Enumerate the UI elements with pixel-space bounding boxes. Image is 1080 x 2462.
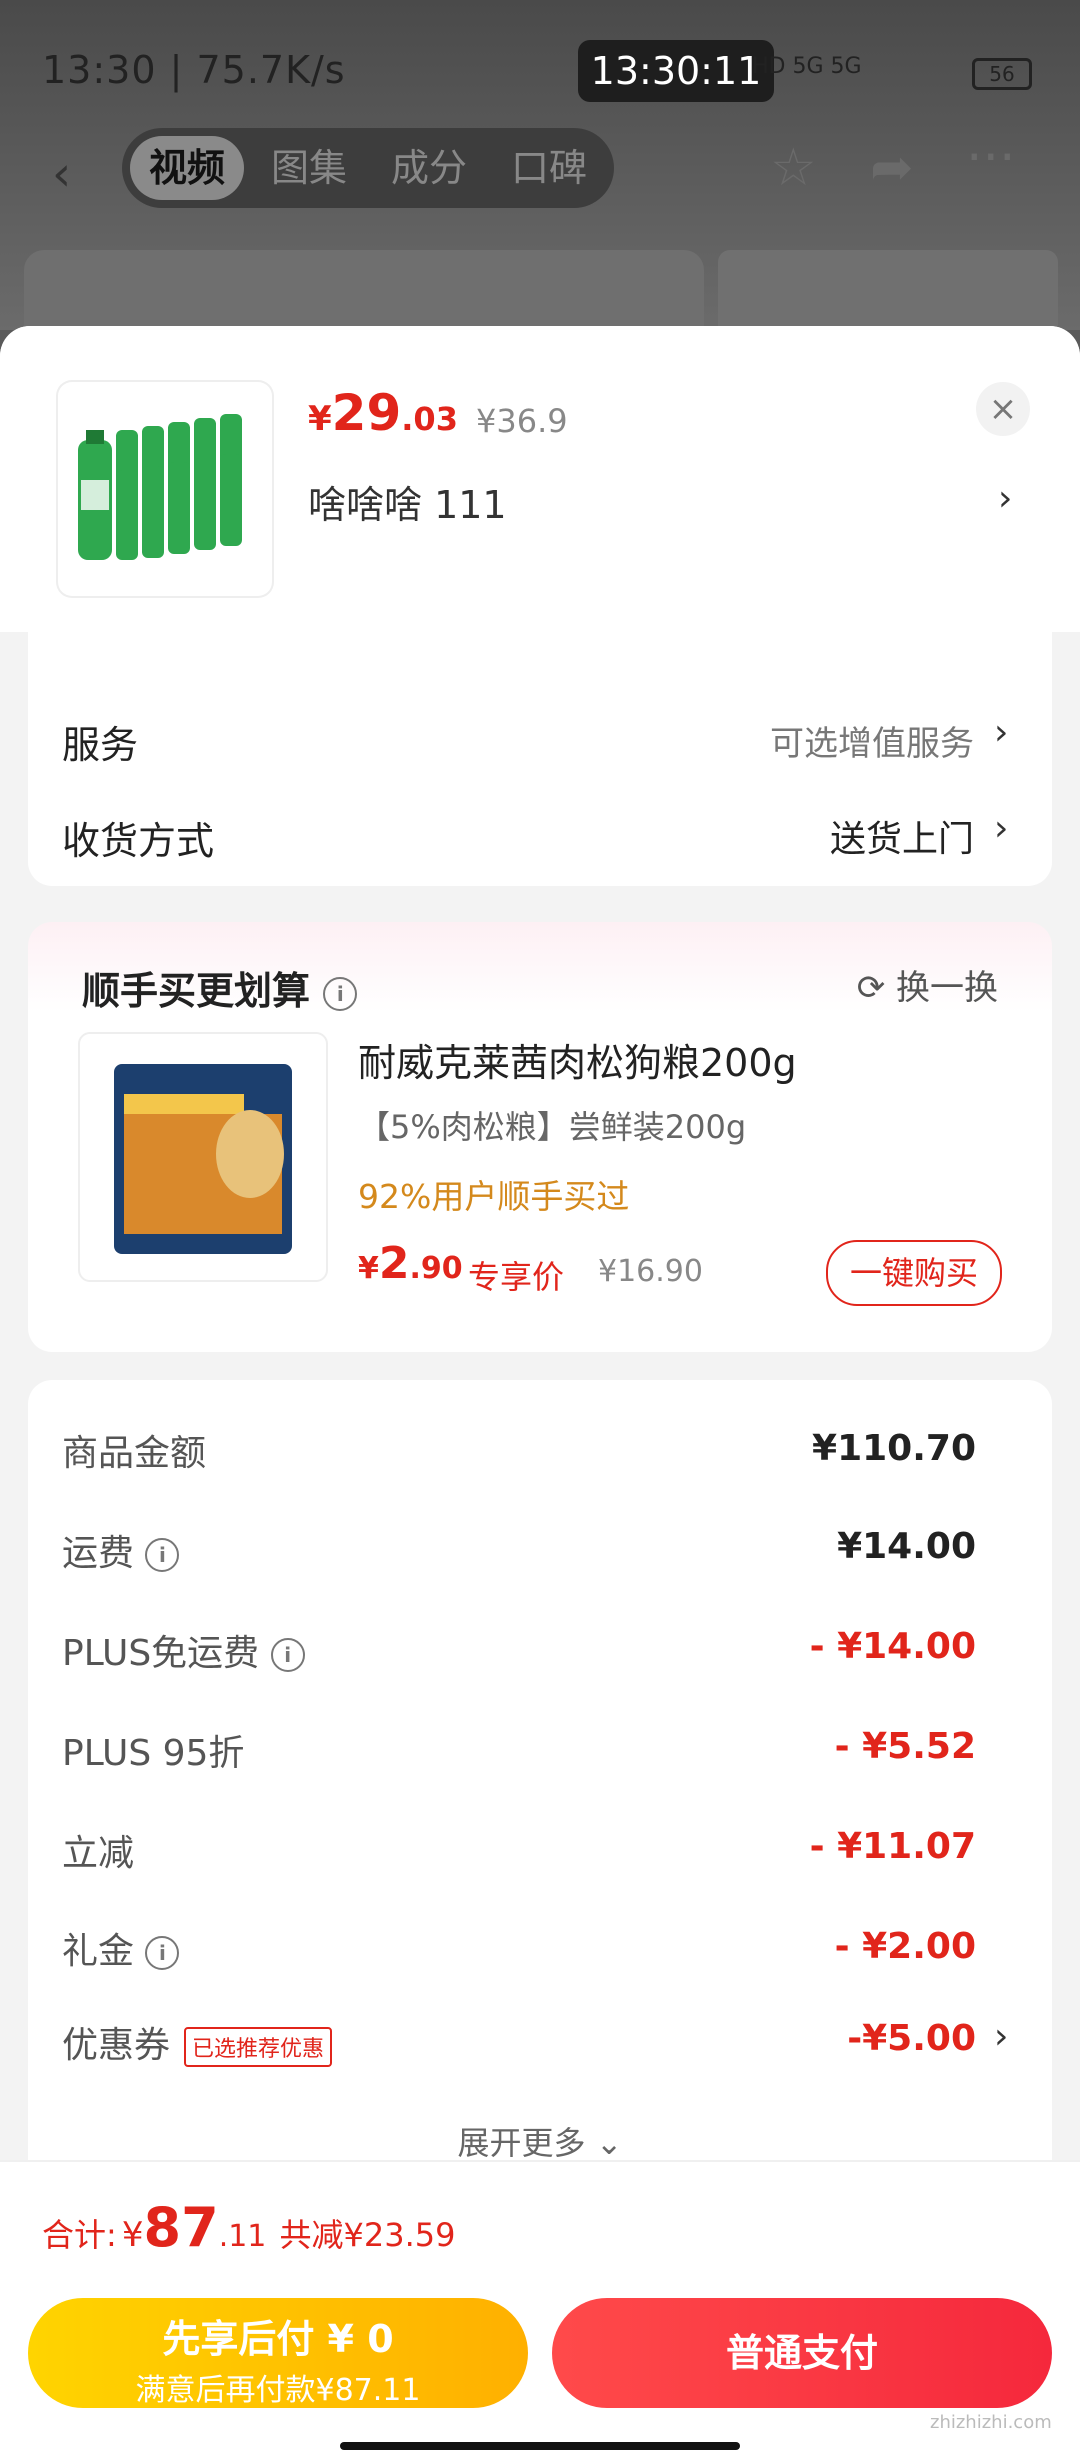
- info-icon[interactable]: i: [145, 1538, 180, 1572]
- favorite-star-icon[interactable]: ☆: [770, 138, 817, 198]
- home-indicator: [340, 2442, 740, 2450]
- product-image: [56, 380, 274, 598]
- total-savings: 共减¥23.59: [279, 2216, 456, 2254]
- summary-label-goods: 商品金额: [62, 1433, 207, 1474]
- summary-value-goods: ¥110.70: [812, 1428, 976, 1469]
- order-total: 合计: ¥87.11 共减¥23.59: [42, 2196, 456, 2259]
- summary-value-shipping: ¥14.00: [837, 1526, 976, 1567]
- info-icon[interactable]: i: [323, 976, 358, 1011]
- product-price: ¥29.03: [308, 384, 458, 442]
- back-icon[interactable]: ‹: [52, 146, 71, 202]
- refresh-icon: ⟳: [856, 968, 886, 1008]
- one-click-buy-button[interactable]: 一键购买: [826, 1240, 1002, 1306]
- status-left-text: 13:30 | 75.7K/s: [42, 48, 346, 92]
- addon-product-subtitle: 【5%肉松粮】尝鲜装200g: [358, 1108, 747, 1146]
- network-indicator: HD 5G 5G: [752, 54, 862, 79]
- info-icon[interactable]: i: [270, 1638, 305, 1672]
- summary-value-plus-shipping: - ¥14.00: [809, 1626, 976, 1667]
- summary-label-plus-shipping: PLUS免运费 i: [62, 1624, 305, 1676]
- summary-value-instant-off: - ¥11.07: [809, 1826, 976, 1867]
- addon-price-tag: 专享价: [468, 1258, 565, 1296]
- addon-price: ¥2.90: [358, 1238, 463, 1289]
- share-icon[interactable]: ➦: [870, 138, 914, 198]
- summary-label-instant-off: 立减: [62, 1833, 135, 1874]
- coupon-badge: 已选推荐优惠: [184, 2027, 333, 2067]
- normal-pay-button[interactable]: 普通支付: [552, 2298, 1052, 2408]
- info-icon[interactable]: i: [145, 1936, 180, 1970]
- pay-later-button[interactable]: 先享后付 ¥ 0 满意后再付款¥87.11: [28, 2298, 528, 2408]
- delivery-label: 收货方式: [62, 819, 215, 863]
- media-tabs: 视频 图集 成分 口碑: [122, 128, 614, 208]
- chevron-down-icon: ⌄: [595, 2124, 623, 2162]
- summary-value-plus-discount: - ¥5.52: [834, 1726, 976, 1767]
- summary-value-gift: - ¥2.00: [834, 1926, 976, 1967]
- product-header: ¥29.03 ¥36.9 啥啥啥 111 × ›: [0, 326, 1080, 632]
- checkout-bar: 合计: ¥87.11 共减¥23.59 先享后付 ¥ 0 满意后再付款¥87.1…: [0, 2160, 1080, 2462]
- summary-label-coupon[interactable]: 优惠券 已选推荐优惠: [62, 2016, 333, 2068]
- battery-icon: 56: [972, 58, 1032, 90]
- service-value[interactable]: 可选增值服务: [770, 716, 974, 765]
- variant-chevron-icon[interactable]: ›: [998, 478, 1012, 519]
- addon-product-name[interactable]: 耐威克莱茜肉松狗粮200g: [358, 1032, 797, 1087]
- addon-purchase-rate: 92%用户顺手买过: [358, 1177, 630, 1216]
- coupon-chevron-icon[interactable]: ›: [994, 2016, 1008, 2057]
- summary-label-plus-discount: PLUS 95折: [62, 1733, 245, 1774]
- service-label: 服务: [62, 723, 139, 767]
- original-price: ¥36.9: [476, 402, 568, 440]
- addon-product-image[interactable]: [78, 1032, 328, 1282]
- top-nav: ‹ 视频 图集 成分 口碑 ☆ ➦ ···: [0, 128, 1080, 208]
- summary-value-coupon[interactable]: -¥5.00: [847, 2018, 976, 2059]
- tab-reviews[interactable]: 口碑: [492, 136, 606, 200]
- addon-original-price: ¥16.90: [598, 1254, 703, 1289]
- refresh-button[interactable]: ⟳ 换一换: [857, 960, 998, 1009]
- delivery-value[interactable]: 送货上门: [830, 810, 974, 862]
- checkout-sheet: ¥29.03 ¥36.9 啥啥啥 111 × › 服务 可选增值服务 › 收货方…: [0, 326, 1080, 2460]
- summary-label-shipping: 运费 i: [62, 1524, 180, 1576]
- tab-video[interactable]: 视频: [130, 136, 244, 200]
- service-chevron-icon[interactable]: ›: [994, 712, 1008, 753]
- tab-gallery[interactable]: 图集: [252, 136, 366, 200]
- summary-label-gift: 礼金 i: [62, 1922, 180, 1974]
- addon-title: 顺手买更划算 i: [82, 960, 358, 1015]
- status-bar: 13:30 | 75.7K/s 13:30:11 HD 5G 5G 56: [0, 40, 1080, 102]
- tab-ingredients[interactable]: 成分: [372, 136, 486, 200]
- close-icon[interactable]: ×: [976, 382, 1030, 436]
- more-icon[interactable]: ···: [966, 128, 1016, 188]
- addon-card: 顺手买更划算 i ⟳ 换一换 耐威克莱茜肉松狗粮200g 【5%肉松粮】尝鲜装2…: [28, 922, 1052, 1352]
- expand-more-link[interactable]: 展开更多 ⌄: [28, 2118, 1052, 2164]
- options-card: 服务 可选增值服务 › 收货方式 送货上门 ›: [28, 632, 1052, 886]
- delivery-chevron-icon[interactable]: ›: [994, 808, 1008, 849]
- watermark: zhizhizhi.com: [930, 2412, 1052, 2433]
- selected-variant[interactable]: 啥啥啥 111: [308, 474, 507, 529]
- status-clock: 13:30:11: [578, 40, 774, 102]
